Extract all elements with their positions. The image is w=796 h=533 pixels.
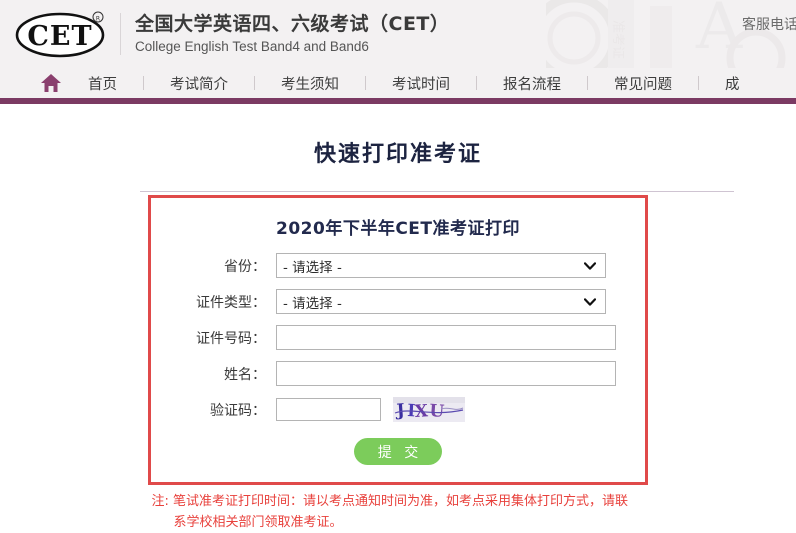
id-type-select[interactable]: - 请选择 - (276, 289, 606, 314)
form-row-id-number: 证件号码： (151, 325, 645, 350)
note-line-2: 系学校相关部门领取准考证。 (173, 515, 343, 530)
main-navigation: 首页 考试简介 考生须知 考试时间 报名流程 常见问题 成 (0, 68, 796, 104)
form-row-province: 省份： - 请选择 - (151, 253, 645, 278)
brand-title-cn: 全国大学英语四、六级考试（CET） (135, 13, 450, 35)
province-select-value: - 请选择 - (283, 259, 342, 276)
svg-text:U: U (429, 401, 445, 422)
nav-item-registration-process[interactable]: 报名流程 (477, 73, 587, 94)
print-time-note: 注: 笔试准考证打印时间：请以考点通知时间为准，如考点采用集体打印方式，请联 系… (126, 491, 671, 533)
id-type-select-value: - 请选择 - (283, 295, 342, 312)
nav-item-exam-intro[interactable]: 考试简介 (144, 73, 254, 94)
print-admission-ticket-form: 2020年下半年CET准考证打印 省份： - 请选择 - 证件类型： - 请选择… (148, 195, 648, 485)
form-heading: 2020年下半年CET准考证打印 (276, 219, 520, 239)
name-label: 姓名： (224, 366, 266, 383)
brand-title-en: College English Test Band4 and Band6 (135, 39, 369, 54)
submit-button[interactable]: 提 交 (354, 438, 442, 465)
id-number-label: 证件号码： (196, 330, 266, 347)
chevron-down-icon (584, 261, 596, 270)
note-line-1: 注: 笔试准考证打印时间：请以考点通知时间为准，如考点采用集体打印方式，请联 (151, 494, 629, 509)
id-type-label: 证件类型： (196, 294, 266, 311)
name-input[interactable] (276, 361, 616, 386)
captcha-input[interactable] (276, 398, 381, 421)
province-select[interactable]: - 请选择 - (276, 253, 606, 278)
nav-item-candidate-notice[interactable]: 考生须知 (255, 73, 365, 94)
form-row-id-type: 证件类型： - 请选择 - (151, 289, 645, 314)
service-phone-label: 客服电话 (742, 17, 796, 33)
page-title: 快速打印准考证 (313, 142, 482, 167)
captcha-image[interactable]: J I X U (393, 397, 465, 422)
home-icon[interactable] (40, 73, 62, 93)
svg-text:R: R (96, 16, 100, 23)
title-divider (140, 191, 734, 192)
svg-text:CET: CET (27, 21, 92, 52)
form-row-captcha: 验证码： J I X U (151, 397, 645, 422)
captcha-label: 验证码： (210, 402, 266, 419)
nav-item-exam-time[interactable]: 考试时间 (366, 73, 476, 94)
chevron-down-icon (584, 297, 596, 306)
province-label: 省份： (224, 258, 266, 275)
id-number-input[interactable] (276, 325, 616, 350)
brand-text: 全国大学英语四、六级考试（CET） College English Test B… (135, 12, 449, 56)
submit-row: 提 交 (151, 438, 645, 465)
site-header: 准考证 A CET R 全国大学英语四、六级考试（CET） College En… (0, 0, 796, 68)
form-row-name: 姓名： (151, 361, 645, 386)
nav-item-faq[interactable]: 常见问题 (588, 73, 698, 94)
cet-logo[interactable]: CET R (14, 9, 110, 59)
nav-item-score-query[interactable]: 成 (699, 73, 766, 94)
nav-item-home[interactable]: 首页 (62, 73, 143, 94)
header-divider (120, 13, 121, 55)
